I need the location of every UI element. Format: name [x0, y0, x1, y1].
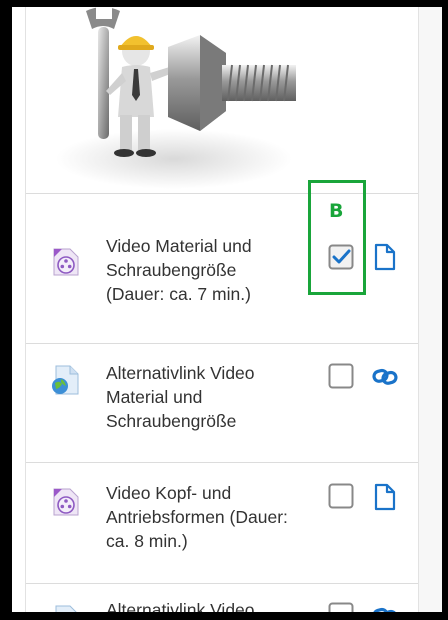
file-icon[interactable]	[372, 483, 398, 511]
annotation-label: B	[329, 200, 344, 222]
row-divider	[26, 462, 418, 463]
activity-row-2[interactable]: Alternativlink Video Material und Schrau…	[26, 350, 418, 465]
label-line: Alternativlink Video	[106, 363, 255, 383]
link-icon[interactable]	[372, 602, 398, 612]
label-line: Video Material und	[106, 236, 252, 256]
label-line: Schraubengröße	[106, 411, 237, 431]
file-icon[interactable]	[372, 243, 398, 271]
activity-label[interactable]: Video Kopf- und Antriebsformen (Dauer: c…	[106, 481, 321, 553]
completion-checkbox[interactable]	[328, 602, 354, 612]
floor-shadow	[56, 129, 292, 189]
url-globe-icon	[52, 365, 79, 395]
activity-row-3[interactable]: Video Kopf- und Antriebsformen (Dauer: c…	[26, 470, 418, 580]
wrench-graphic	[86, 7, 120, 139]
completion-checkbox[interactable]	[328, 363, 354, 389]
video-file-icon	[53, 488, 79, 516]
scroll-gutter[interactable]	[419, 7, 442, 612]
completion-checkbox[interactable]	[328, 483, 354, 509]
activity-row-4[interactable]: Alternativlink Video	[26, 596, 418, 612]
label-line: (Dauer: ca. 7 min.)	[106, 284, 251, 304]
link-icon[interactable]	[372, 363, 398, 391]
bolt-graphic	[168, 35, 296, 131]
hero-illustration	[56, 7, 296, 189]
label-line: ca. 8 min.)	[106, 531, 188, 551]
label-line: Material und	[106, 387, 203, 407]
activity-label[interactable]: Video Material und Schraubengröße (Dauer…	[106, 234, 306, 306]
video-file-icon	[53, 248, 79, 276]
label-line: Video Kopf- und	[106, 483, 232, 503]
url-globe-icon	[55, 605, 77, 612]
activity-label[interactable]: Alternativlink Video	[106, 598, 255, 612]
activity-label[interactable]: Alternativlink Video Material und Schrau…	[106, 361, 306, 433]
annotation-highlight-box	[308, 180, 366, 295]
row-divider	[26, 343, 418, 344]
label-line: Schraubengröße	[106, 260, 237, 280]
row-divider	[26, 583, 418, 584]
label-line: Antriebsformen (Dauer:	[106, 507, 288, 527]
